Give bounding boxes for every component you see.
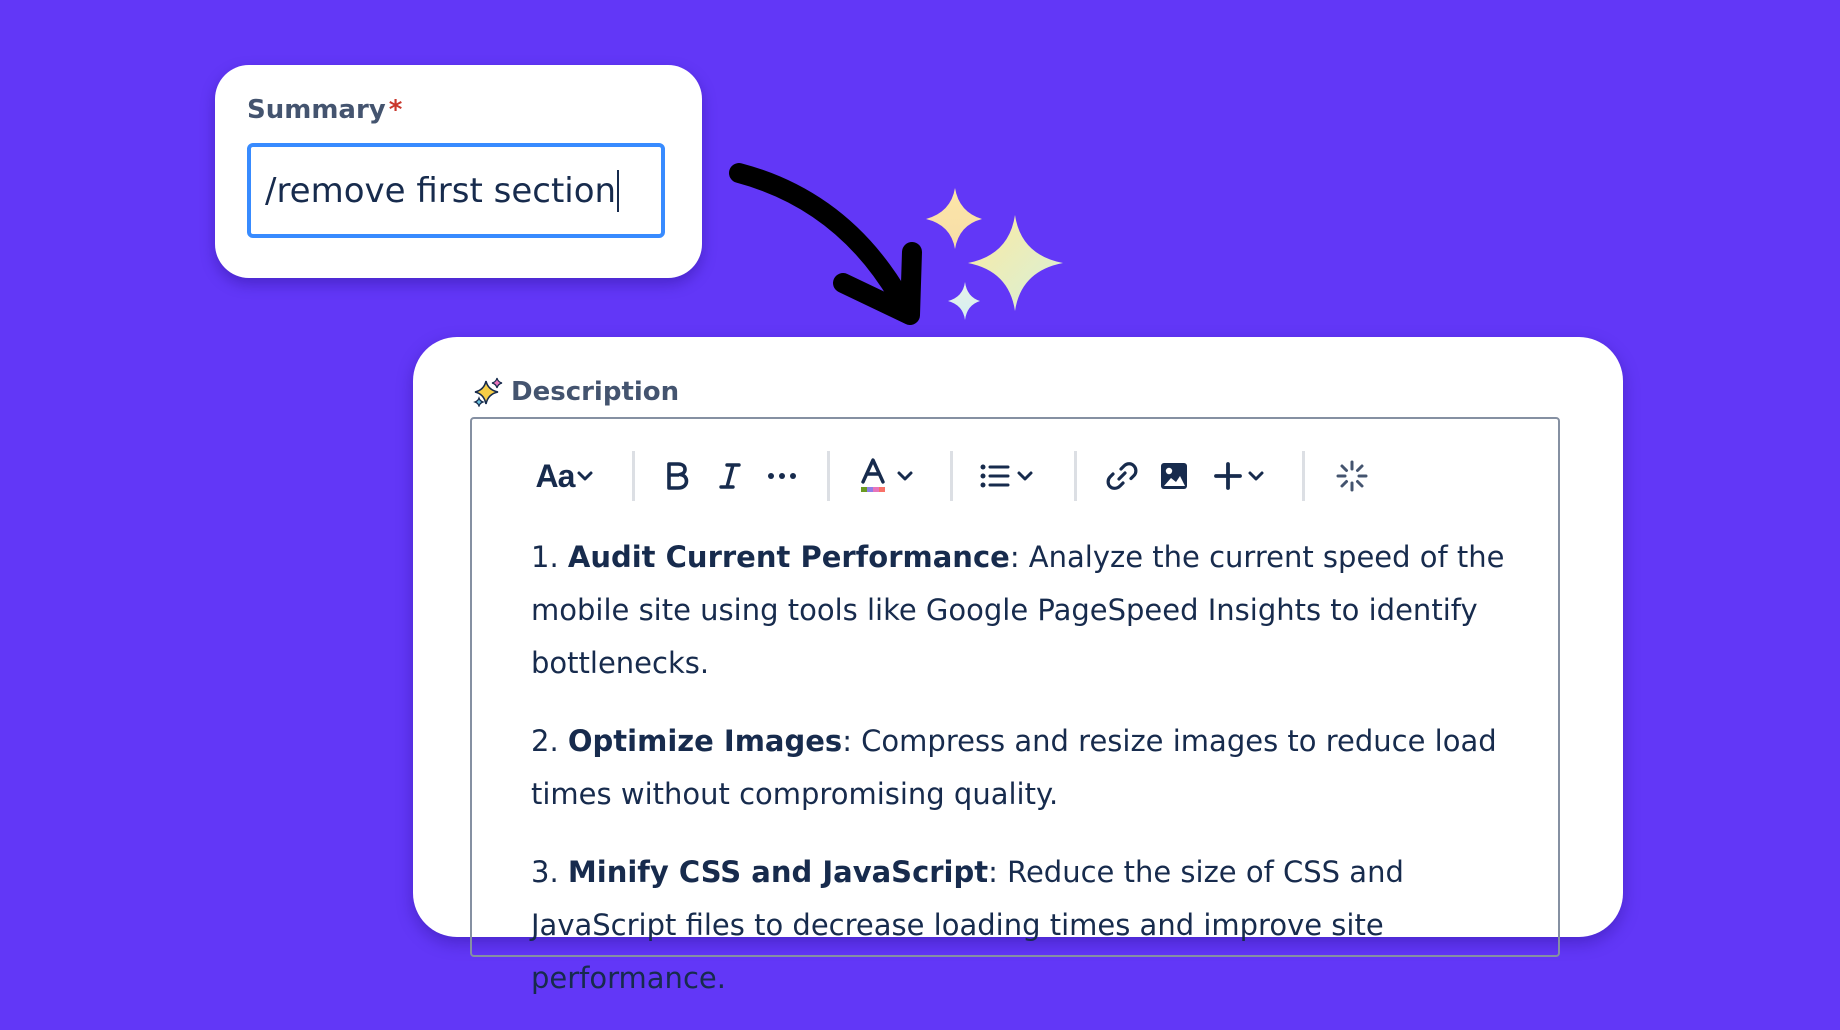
italic-button[interactable] (710, 447, 750, 505)
bold-icon (667, 462, 689, 490)
list-item-number: 2. (531, 724, 559, 758)
summary-input-value: /remove first section (265, 170, 617, 211)
toolbar-divider (950, 451, 953, 501)
chevron-down-icon (897, 471, 913, 481)
text-style-label: Aa (535, 457, 576, 494)
italic-icon (719, 463, 741, 489)
link-icon (1106, 462, 1138, 490)
more-formatting-icon (768, 473, 796, 479)
summary-label: Summary * (247, 95, 402, 125)
list-item-title: Audit Current Performance (567, 540, 1010, 574)
list-item-title: Optimize Images (567, 724, 843, 758)
toolbar-divider (827, 451, 830, 501)
text-style-dropdown[interactable]: Aa (530, 447, 600, 505)
text-caret (617, 169, 620, 212)
list-item: 1. Audit Current Performance: Analyze th… (531, 531, 1531, 690)
link-button[interactable] (1100, 447, 1144, 505)
required-marker: * (388, 95, 403, 125)
more-formatting-button[interactable] (762, 447, 802, 505)
description-header: Description (473, 377, 679, 407)
description-label: Description (511, 377, 680, 407)
chevron-down-icon (1248, 471, 1264, 481)
toolbar-divider (632, 451, 635, 501)
sparkles-icon (926, 188, 1063, 320)
editor-toolbar: Aa (472, 447, 1558, 505)
sparkles-icon (473, 377, 503, 407)
list-item: 2. Optimize Images: Compress and resize … (531, 715, 1531, 821)
ai-loading-icon (1336, 460, 1368, 492)
image-icon (1161, 463, 1187, 489)
insert-dropdown[interactable] (1206, 447, 1272, 505)
description-card: Description Aa 1. Audit Current Performa… (413, 337, 1623, 995)
plus-icon (1214, 462, 1242, 490)
description-content[interactable]: 1. Audit Current Performance: Analyze th… (531, 531, 1531, 1030)
chevron-down-icon (1017, 471, 1033, 481)
image-button[interactable] (1152, 447, 1196, 505)
toolbar-divider (1302, 451, 1305, 501)
summary-input[interactable]: /remove first section (247, 143, 665, 238)
text-color-icon (861, 458, 885, 492)
summary-label-text: Summary (247, 95, 386, 125)
list-item-title: Minify CSS and JavaScript (567, 855, 989, 889)
chevron-down-icon (577, 471, 593, 481)
list-item-number: 1. (531, 540, 559, 574)
list-item-number: 3. (531, 855, 559, 889)
bold-button[interactable] (657, 447, 697, 505)
toolbar-divider (1074, 451, 1077, 501)
text-color-dropdown[interactable] (850, 447, 922, 505)
bullet-list-icon (980, 464, 1010, 488)
list-item: 3. Minify CSS and JavaScript: Reduce the… (531, 846, 1531, 1005)
list-dropdown[interactable] (972, 447, 1042, 505)
curved-arrow-icon (729, 163, 922, 325)
description-editor[interactable]: Aa 1. Audit Current Performance: Analyze… (470, 417, 1560, 995)
ai-button[interactable] (1330, 447, 1374, 505)
summary-card: Summary * /remove first section (215, 65, 702, 278)
